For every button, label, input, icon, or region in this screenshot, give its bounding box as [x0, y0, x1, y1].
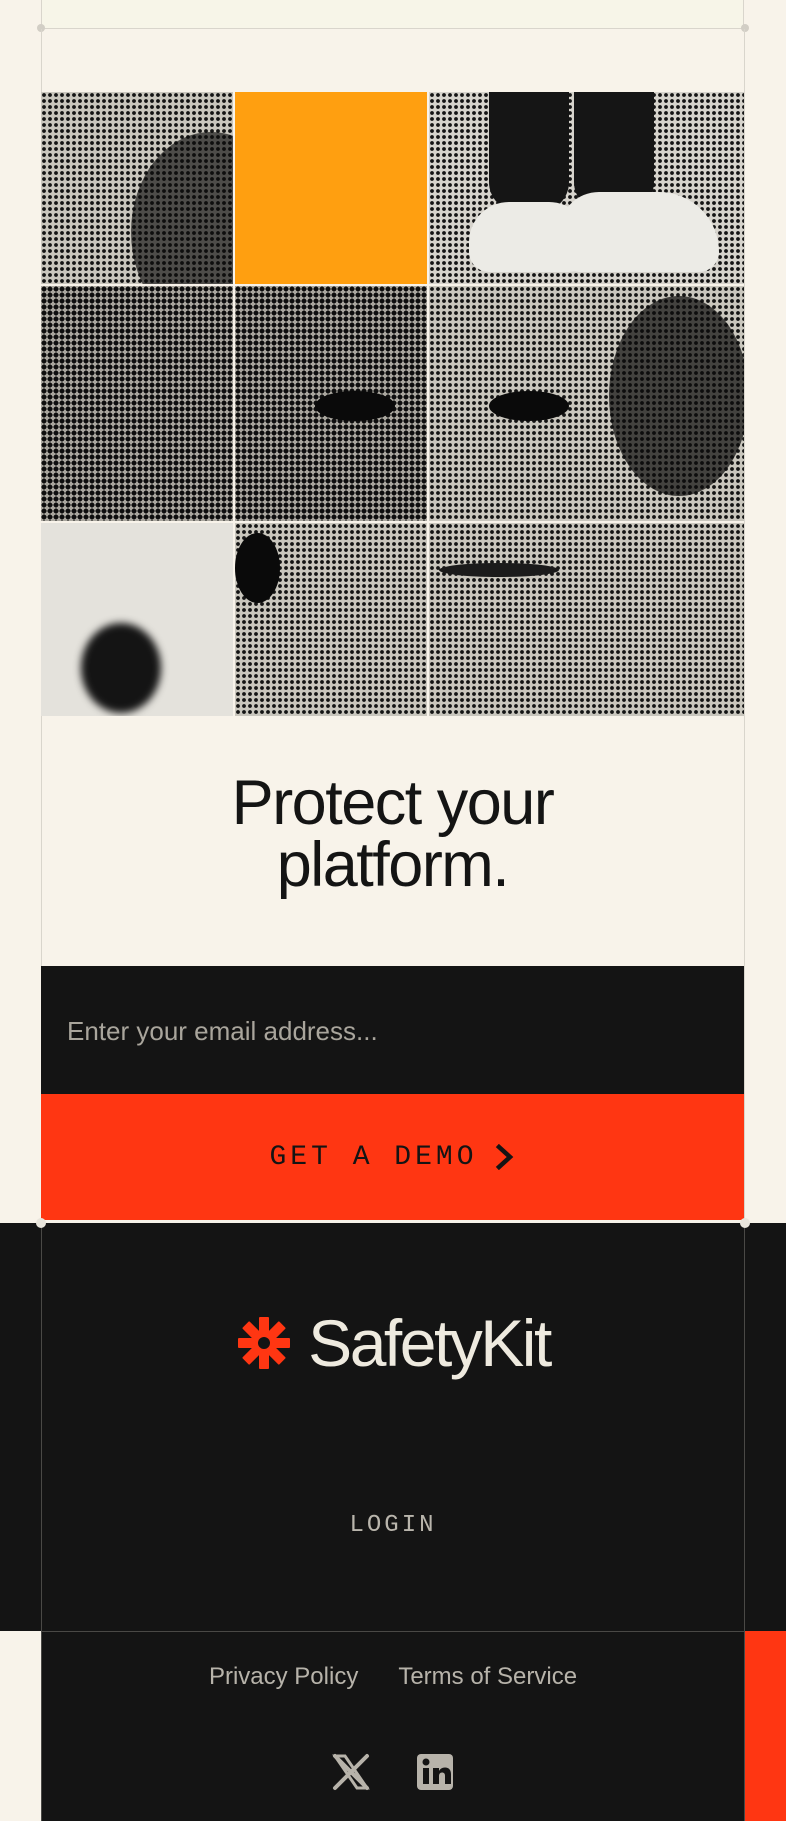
frame-line-right	[744, 29, 745, 1223]
safetykit-logo-icon	[238, 1317, 291, 1369]
linkedin-link[interactable]	[415, 1752, 455, 1792]
halftone-tile-hair	[41, 92, 233, 284]
headline-line-2: platform.	[276, 830, 510, 900]
hero-image-mosaic	[41, 92, 744, 716]
brand-name: SafetyKit	[308, 1306, 552, 1380]
x-icon	[332, 1754, 370, 1790]
halftone-tile-eye-left	[235, 286, 427, 521]
halftone-tile-mouth-right	[429, 523, 744, 716]
sneakers-tile	[429, 92, 744, 284]
footer-side-strip-left	[0, 1631, 41, 1821]
login-link[interactable]: LOGIN	[0, 1512, 786, 1539]
footer-divider	[41, 1631, 745, 1632]
get-demo-button[interactable]: GET A DEMO	[41, 1094, 744, 1220]
halftone-tile-face-left	[41, 286, 233, 521]
linkedin-icon	[417, 1754, 453, 1790]
x-link[interactable]	[331, 1752, 371, 1792]
frame-corner-dot	[36, 1218, 46, 1228]
privacy-policy-link[interactable]: Privacy Policy	[209, 1663, 358, 1691]
page-headline: Protect your platform.	[41, 772, 744, 897]
motion-blur-tile	[41, 523, 233, 716]
legal-links: Privacy Policy Terms of Service	[0, 1663, 786, 1691]
frame-corner-dot	[740, 1218, 750, 1228]
frame-corner-dot	[741, 24, 749, 32]
halftone-tile-eye-right	[429, 286, 744, 521]
social-links	[0, 1752, 786, 1792]
email-field-container	[41, 966, 744, 1096]
get-demo-label: GET A DEMO	[269, 1141, 478, 1173]
terms-of-service-link[interactable]: Terms of Service	[398, 1663, 577, 1691]
brand-logo-link[interactable]: SafetyKit	[0, 1305, 786, 1381]
email-field[interactable]	[65, 966, 719, 1096]
chevron-right-icon	[495, 1144, 513, 1170]
top-strip	[41, 0, 744, 29]
footer-side-strip-right	[745, 1631, 786, 1821]
orange-tile	[235, 92, 427, 284]
halftone-tile-mouth-left	[235, 523, 427, 716]
headline-line-1: Protect your	[231, 768, 555, 838]
